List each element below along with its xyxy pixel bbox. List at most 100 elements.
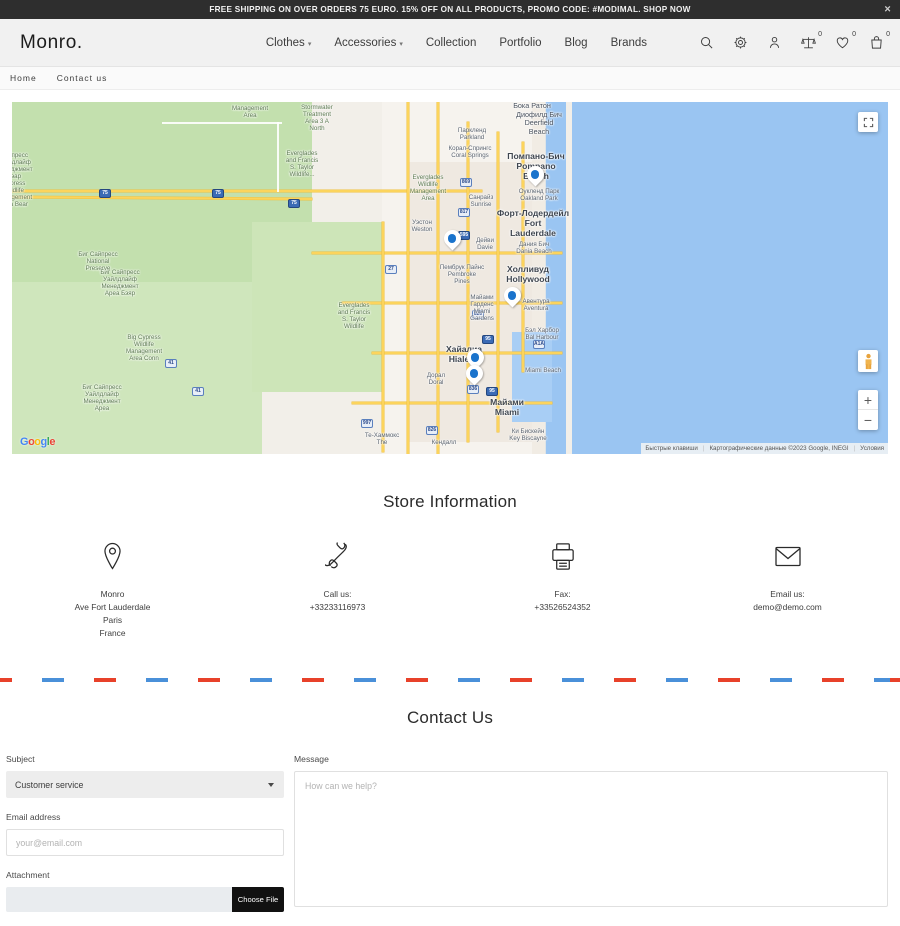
store-info-line: Ave Fort Lauderdale	[74, 602, 151, 613]
map-road	[12, 190, 482, 192]
contact-us-title: Contact Us	[406, 708, 494, 728]
close-icon[interactable]: ×	[884, 4, 891, 15]
attachment-label: Attachment	[6, 870, 50, 881]
promo-text[interactable]: FREE SHIPPING ON OVER ORDERS 75 EURO. 15…	[209, 5, 690, 14]
store-info-line: Monro	[100, 589, 125, 599]
site-header: Monro. Clothes ▾ Accessories ▾ Collection Por…	[0, 19, 900, 67]
store-info-column: Email us: demo@demo.com	[675, 542, 900, 640]
nav-item-portfolio[interactable]: Portfolio	[499, 37, 541, 49]
message-label: Message	[294, 754, 329, 765]
contact-form: Subject Customer service Email address A…	[6, 754, 894, 926]
zoom-in-button[interactable]: +	[858, 390, 878, 410]
map-marker-pin[interactable]	[527, 166, 544, 189]
map-marker-pin[interactable]	[444, 230, 461, 253]
nav-item-label: Brands	[610, 36, 647, 49]
google-logo-letter: G	[20, 436, 29, 448]
header-icons: 0 0 0	[699, 31, 890, 50]
subject-field: Subject Customer service	[6, 754, 284, 799]
nav-item-label: Collection	[425, 36, 477, 49]
map-road	[437, 102, 439, 454]
attachment-field: Attachment Choose File	[6, 870, 284, 913]
chevron-down-icon	[268, 782, 274, 787]
store-info-line: Call us:	[323, 589, 352, 599]
map-route-shield: 95	[482, 335, 494, 344]
terms-link[interactable]: Условия	[860, 445, 884, 452]
subject-select[interactable]: Customer service	[6, 771, 284, 799]
store-info-line: +33233116973	[309, 602, 366, 613]
form-left-column: Subject Customer service Email address A…	[6, 754, 284, 926]
nav-item-label: Blog	[564, 36, 588, 49]
map-marker-pin[interactable]	[466, 365, 483, 388]
map-green-area	[12, 282, 262, 454]
map-road	[467, 122, 469, 442]
email-label: Email address	[6, 812, 61, 823]
email-envelope-icon	[774, 542, 802, 576]
map-route-shield: 27	[385, 265, 397, 274]
email-input[interactable]	[6, 829, 284, 857]
compare-count: 0	[818, 31, 822, 38]
store-information-title: Store Information	[383, 492, 517, 511]
store-info-line: +33526524352	[534, 602, 591, 613]
store-info-line: Fax:	[554, 589, 571, 599]
zoom-out-button[interactable]: −	[858, 410, 878, 430]
google-map[interactable]: 75 75 75 27 869 817 595 41 41 826 A1A 95 836 95 997 826…	[12, 102, 888, 454]
zoom-controls: + −	[858, 390, 878, 430]
cart-bag-icon[interactable]: 0	[869, 31, 890, 50]
compare-icon[interactable]: 0	[801, 31, 822, 50]
nav-item-label: Accessories	[334, 36, 397, 49]
fullscreen-icon[interactable]	[858, 112, 878, 132]
nav-item-accessories[interactable]: Accessories ▾	[334, 37, 403, 49]
page-root: FREE SHIPPING ON OVER ORDERS 75 EURO. 15…	[0, 0, 900, 926]
map-route-shield: 817	[458, 208, 470, 217]
map-route-shield: 75	[99, 189, 111, 198]
map-data-text: Картографические данные ©2023 Google, IN…	[709, 445, 849, 452]
nav-item-label: Portfolio	[499, 36, 542, 49]
store-info-line: France	[99, 628, 126, 639]
message-field: Message	[294, 754, 888, 912]
logo[interactable]: Monro.	[20, 32, 83, 54]
main-nav: Clothes ▾ Accessories ▾ Collection Portfolio B…	[266, 37, 647, 49]
map-road	[407, 102, 409, 454]
map-route-shield: 997	[361, 419, 373, 428]
map-route-shield: 826	[472, 310, 484, 319]
store-info-column: Monro Ave Fort Lauderdale Paris France	[0, 542, 225, 640]
contact-section: Contact Us Subject Customer service Emai…	[0, 682, 900, 926]
map-route-shield: 41	[165, 359, 177, 368]
map-green-area	[252, 222, 382, 392]
chevron-down-icon: ▾	[399, 40, 403, 48]
promo-bar: FREE SHIPPING ON OVER ORDERS 75 EURO. 15…	[0, 0, 900, 19]
map-route-shield: 75	[288, 199, 300, 208]
map-route-shield: 95	[486, 387, 498, 396]
map-route-shield: 41	[192, 387, 204, 396]
pegman-icon[interactable]	[858, 350, 878, 372]
chevron-down-icon: ▾	[307, 40, 312, 48]
store-info-column: Fax: +33526524352	[450, 542, 675, 640]
map-route-shield: 826	[426, 426, 438, 435]
nav-item-brands[interactable]: Brands	[611, 37, 647, 49]
keyboard-shortcuts-link[interactable]: Быстрые клавиши	[645, 445, 697, 452]
map-bay	[512, 332, 552, 422]
cart-count: 0	[886, 31, 890, 38]
message-textarea[interactable]	[294, 771, 888, 908]
wishlist-count: 0	[852, 31, 856, 38]
phone-icon	[323, 542, 351, 576]
map-marker-pin[interactable]	[504, 287, 521, 310]
store-info-column: Call us: +33233116973	[225, 542, 450, 640]
gear-icon[interactable]	[733, 35, 748, 50]
map-road	[277, 122, 279, 192]
nav-item-blog[interactable]: Blog	[565, 37, 588, 49]
location-pin-icon	[100, 542, 125, 576]
fax-printer-icon	[550, 542, 576, 576]
wishlist-heart-icon[interactable]: 0	[835, 31, 856, 50]
map-road	[342, 302, 562, 304]
store-columns: Monro Ave Fort Lauderdale Paris France Call …	[0, 542, 900, 640]
map-road	[162, 122, 282, 124]
map-section: 75 75 75 27 869 817 595 41 41 826 A1A 95 836 95 997 826…	[0, 90, 900, 466]
breadcrumb-item-home[interactable]: Home	[10, 73, 37, 83]
nav-item-clothes[interactable]: Clothes ▾	[266, 37, 312, 49]
google-logo: Google	[20, 436, 55, 448]
breadcrumb-item-contact-us[interactable]: Contact us	[57, 73, 108, 83]
nav-item-collection[interactable]: Collection	[426, 37, 477, 49]
user-icon[interactable]	[767, 35, 782, 50]
search-icon[interactable]	[699, 35, 714, 50]
